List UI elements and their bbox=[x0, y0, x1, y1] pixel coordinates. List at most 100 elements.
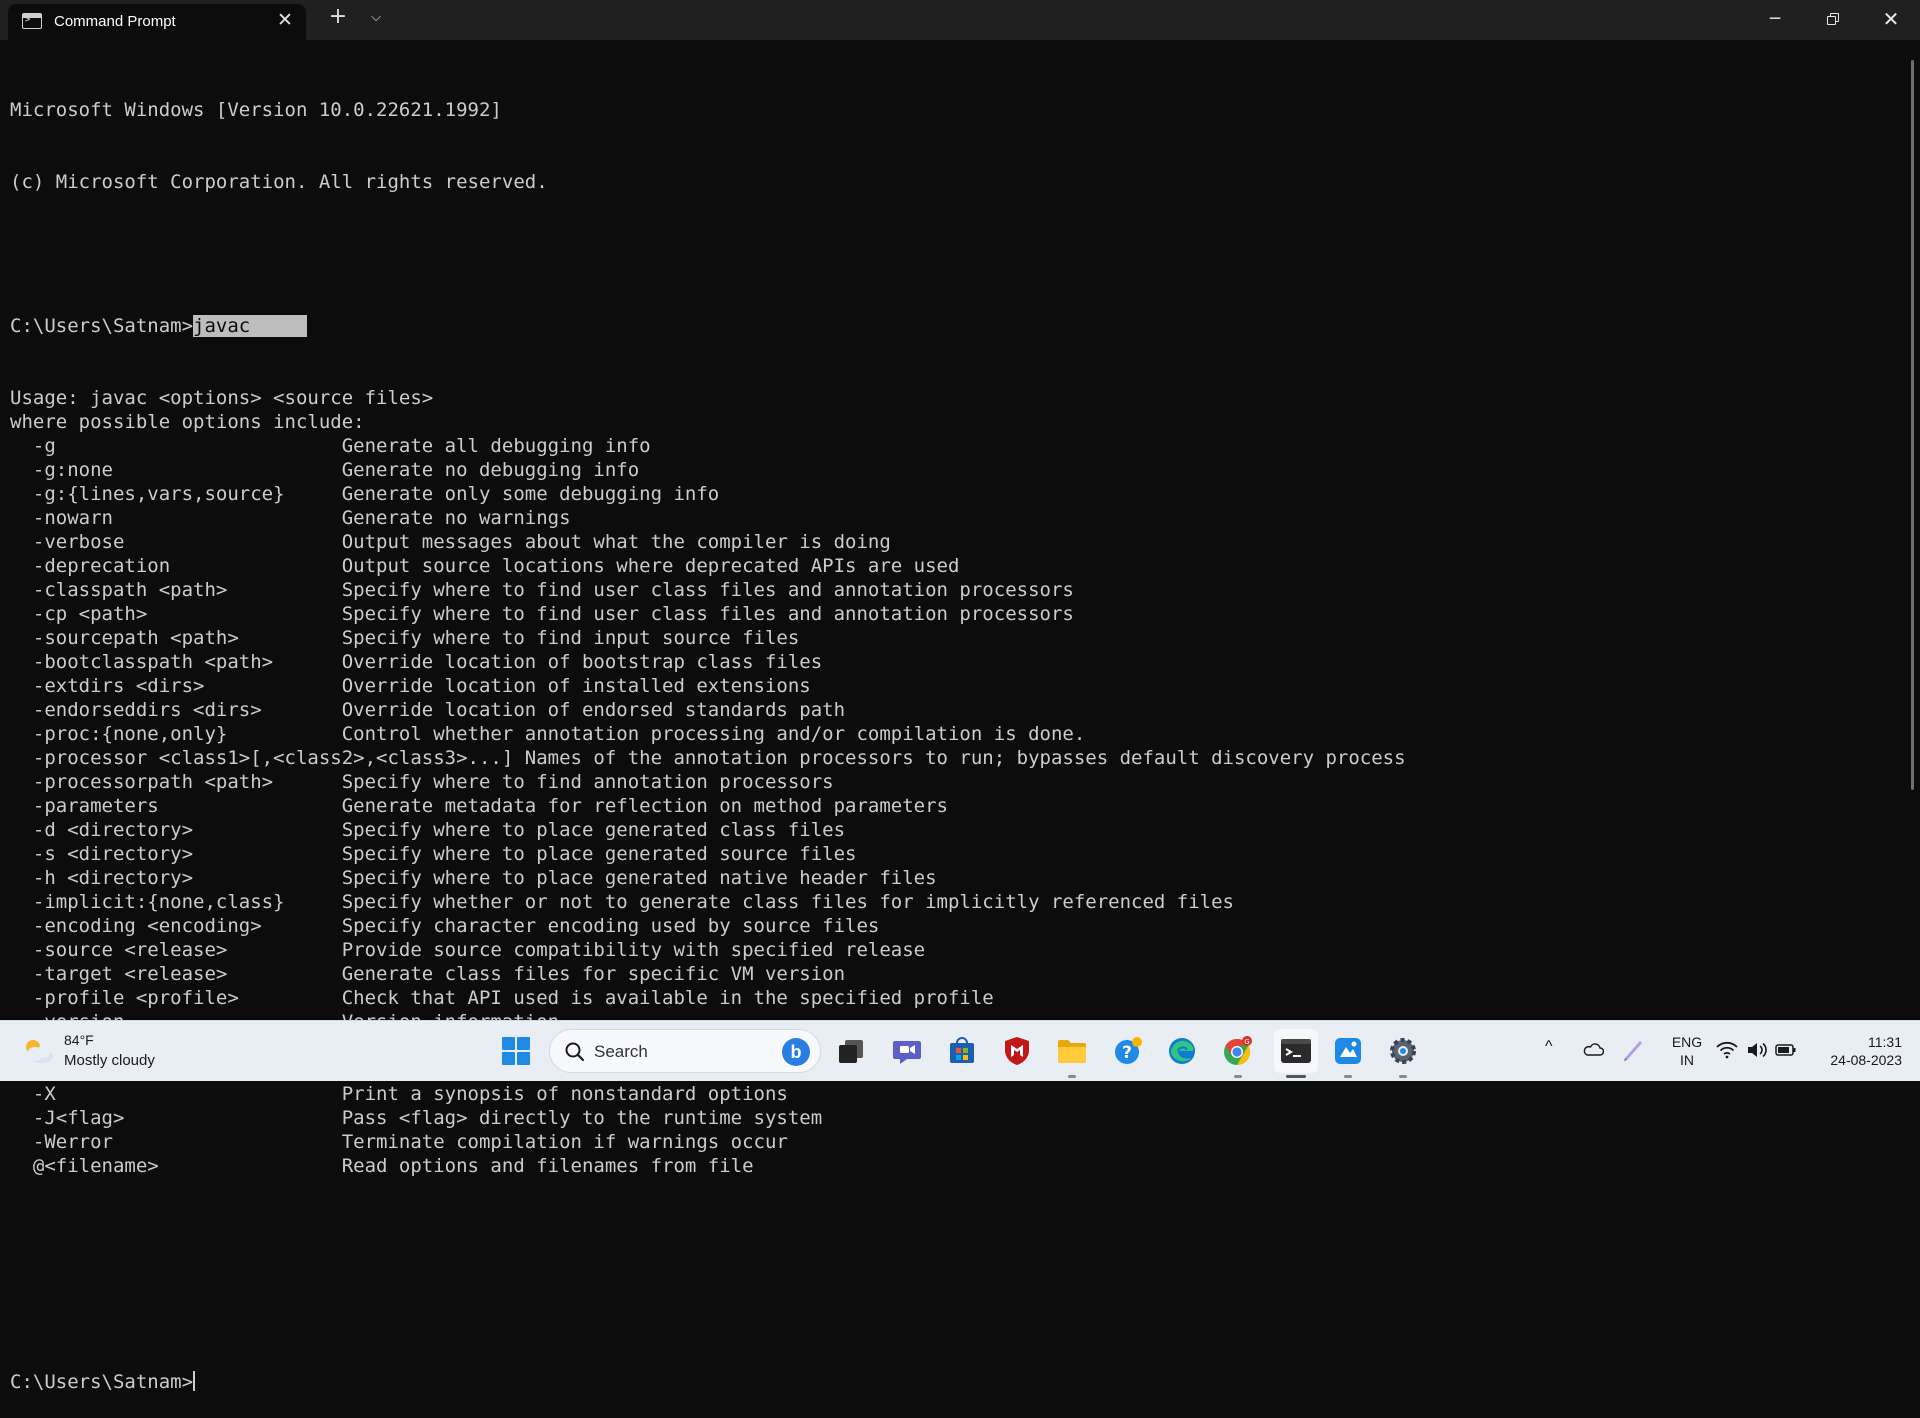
terminal-line: -classpath <path> Specify where to find … bbox=[10, 579, 1074, 601]
terminal-line: -s <directory> Specify where to place ge… bbox=[10, 843, 857, 865]
bing-icon[interactable]: b bbox=[782, 1038, 810, 1066]
settings-icon bbox=[1390, 1038, 1416, 1064]
terminal-line: Microsoft Windows [Version 10.0.22621.19… bbox=[10, 99, 502, 121]
terminal-line: -X Print a synopsis of nonstandard optio… bbox=[10, 1083, 788, 1105]
region-code: IN bbox=[1680, 1052, 1694, 1068]
terminal-line: -cp <path> Specify where to find user cl… bbox=[10, 603, 1074, 625]
terminal-line: -extdirs <dirs> Override location of ins… bbox=[10, 675, 811, 697]
edge-icon bbox=[1169, 1038, 1195, 1064]
mcafee-icon bbox=[1005, 1037, 1029, 1065]
task-view-button[interactable] bbox=[833, 1033, 869, 1069]
task-view-icon bbox=[839, 1040, 863, 1063]
terminal-line: -processorpath <path> Specify where to f… bbox=[10, 771, 834, 793]
terminal-line: -g:{lines,vars,source} Generate only som… bbox=[10, 483, 720, 505]
terminal-line: -implicit:{none,class} Specify whether o… bbox=[10, 891, 1234, 913]
terminal-line: -verbose Output messages about what the … bbox=[10, 531, 891, 553]
terminal-line: where possible options include: bbox=[10, 411, 365, 433]
minimize-icon: ─ bbox=[1769, 9, 1781, 29]
running-indicator bbox=[1399, 1075, 1407, 1078]
running-indicator bbox=[1234, 1075, 1242, 1078]
terminal-line: -target <release> Generate class files f… bbox=[10, 963, 846, 985]
terminal-line: -proc:{none,only} Control whether annota… bbox=[10, 723, 1086, 745]
svg-text:?: ? bbox=[1122, 1043, 1132, 1063]
close-window-button[interactable]: ✕ bbox=[1862, 0, 1920, 40]
language-indicator[interactable]: ENG IN bbox=[1668, 1033, 1706, 1069]
running-indicator bbox=[1068, 1075, 1076, 1078]
microsoft-store-icon bbox=[950, 1037, 974, 1063]
scrollbar[interactable] bbox=[1911, 60, 1914, 790]
text-cursor bbox=[193, 1371, 196, 1391]
tab-title: Command Prompt bbox=[54, 13, 176, 30]
terminal-output[interactable]: Microsoft Windows [Version 10.0.22621.19… bbox=[10, 50, 1900, 1393]
terminal-line: @<filename> Read options and filenames f… bbox=[10, 1155, 754, 1177]
selected-command: javac bbox=[193, 315, 308, 337]
start-button[interactable] bbox=[498, 1033, 534, 1069]
volume-icon[interactable] bbox=[1746, 1041, 1768, 1059]
chrome-button[interactable]: G bbox=[1220, 1033, 1256, 1069]
app-icon bbox=[1335, 1038, 1361, 1064]
microsoft-store-button[interactable] bbox=[944, 1033, 980, 1069]
chevron-down-icon[interactable]: ⌵ bbox=[366, 10, 386, 25]
tab-command-prompt[interactable]: Command Prompt ✕ bbox=[8, 4, 306, 40]
weather-condition: Mostly cloudy bbox=[64, 1052, 155, 1069]
clock[interactable]: 11:31 24-08-2023 bbox=[1810, 1033, 1902, 1069]
terminal-line: -profile <profile> Check that API used i… bbox=[10, 987, 994, 1009]
battery-icon[interactable] bbox=[1775, 1042, 1797, 1058]
prompt: C:\Users\Satnam> bbox=[10, 315, 194, 337]
terminal-line: -encoding <encoding> Specify character e… bbox=[10, 915, 880, 937]
onedrive-icon[interactable] bbox=[1582, 1041, 1604, 1057]
active-indicator bbox=[1286, 1075, 1306, 1078]
terminal-line: -nowarn Generate no warnings bbox=[10, 507, 571, 529]
file-explorer-button[interactable] bbox=[1054, 1033, 1090, 1069]
language-code: ENG bbox=[1671, 1034, 1703, 1050]
close-tab-icon[interactable]: ✕ bbox=[274, 9, 296, 31]
new-tab-button[interactable]: + bbox=[324, 4, 352, 29]
taskbar-search[interactable]: Search b bbox=[549, 1029, 821, 1073]
minimize-button[interactable]: ─ bbox=[1746, 0, 1804, 40]
chrome-icon: G bbox=[1224, 1036, 1252, 1066]
terminal-line: Usage: javac <options> <source files> bbox=[10, 387, 434, 409]
terminal-line: -parameters Generate metadata for reflec… bbox=[10, 795, 948, 817]
edge-button[interactable] bbox=[1164, 1033, 1200, 1069]
terminal-line: -endorseddirs <dirs> Override location o… bbox=[10, 699, 846, 721]
terminal-line: -g:none Generate no debugging info bbox=[10, 459, 640, 481]
search-icon bbox=[565, 1042, 585, 1062]
file-explorer-icon bbox=[1058, 1040, 1086, 1063]
wifi-icon[interactable] bbox=[1716, 1041, 1738, 1059]
terminal-line: -source <release> Provide source compati… bbox=[10, 939, 926, 961]
terminal-line: -d <directory> Specify where to place ge… bbox=[10, 819, 846, 841]
cloud-sun-icon bbox=[26, 1040, 53, 1063]
settings-button[interactable] bbox=[1385, 1033, 1421, 1069]
restore-button[interactable] bbox=[1804, 0, 1862, 40]
show-hidden-icons-chevron-icon[interactable]: ^ bbox=[1545, 1038, 1553, 1056]
running-indicator bbox=[1344, 1075, 1352, 1078]
prompt: C:\Users\Satnam> bbox=[10, 1371, 194, 1393]
terminal-taskbar-button[interactable] bbox=[1274, 1029, 1318, 1073]
mcafee-button[interactable] bbox=[999, 1033, 1035, 1069]
command-line: C:\Users\Satnam>javac bbox=[10, 314, 1900, 338]
taskbar: 84°F Mostly cloudy Search b ? G ^ ENG IN… bbox=[0, 1020, 1920, 1081]
terminal-line: -processor <class1>[,<class2>,<class3>..… bbox=[10, 747, 1406, 769]
terminal-line: -bootclasspath <path> Override location … bbox=[10, 651, 823, 673]
title-bar: Command Prompt ✕ + ⌵ ─ ✕ bbox=[0, 0, 1920, 40]
terminal-line: -deprecation Output source locations whe… bbox=[10, 555, 960, 577]
current-prompt-line[interactable]: C:\Users\Satnam> bbox=[10, 1370, 1900, 1394]
terminal-line: -h <directory> Specify where to place ge… bbox=[10, 867, 937, 889]
app-button[interactable] bbox=[1330, 1033, 1366, 1069]
close-icon: ✕ bbox=[1882, 7, 1900, 31]
terminal-line: -g Generate all debugging info bbox=[10, 435, 651, 457]
get-help-button[interactable]: ? bbox=[1110, 1033, 1146, 1069]
search-label: Search bbox=[594, 1042, 648, 1061]
terminal-line: -sourcepath <path> Specify where to find… bbox=[10, 627, 800, 649]
teams-chat-button[interactable] bbox=[889, 1033, 925, 1069]
terminal-icon bbox=[1281, 1039, 1311, 1063]
restore-icon bbox=[1827, 13, 1839, 25]
start-icon bbox=[502, 1037, 530, 1065]
terminal-line: -Werror Terminate compilation if warning… bbox=[10, 1131, 788, 1153]
pen-icon[interactable] bbox=[1622, 1037, 1644, 1061]
svg-text:G: G bbox=[1244, 1038, 1249, 1046]
terminal-line: -J<flag> Pass <flag> directly to the run… bbox=[10, 1107, 823, 1129]
